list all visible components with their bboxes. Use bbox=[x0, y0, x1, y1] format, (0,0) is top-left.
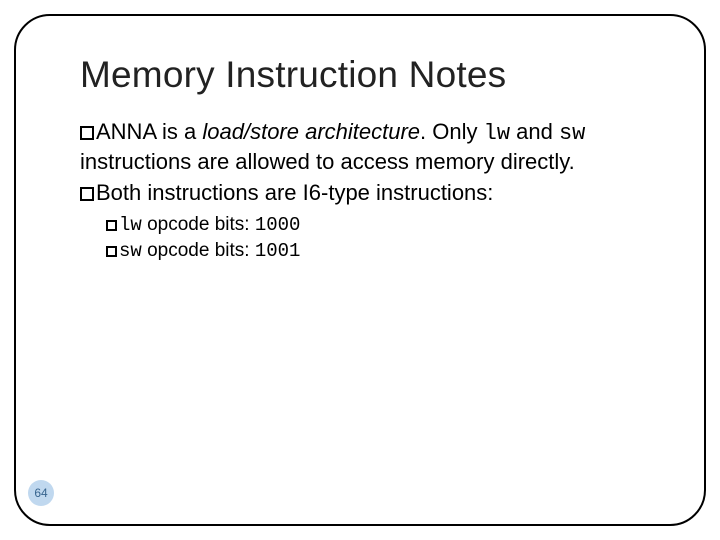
emphasis-text: load/store architecture bbox=[202, 119, 420, 144]
text: and bbox=[510, 119, 559, 144]
square-bullet-icon bbox=[80, 187, 94, 201]
page-number-badge: 64 bbox=[28, 480, 54, 506]
text: Both instructions are I6-type instructio… bbox=[96, 180, 493, 205]
code-text: lw bbox=[119, 214, 142, 236]
page-number: 64 bbox=[34, 486, 47, 500]
text: . Only bbox=[420, 119, 484, 144]
sub-bullet-2: sw opcode bits: 1001 bbox=[106, 239, 660, 264]
bullet-2: Both instructions are I6-type instructio… bbox=[80, 179, 660, 207]
slide-body: ANNA is a load/store architecture. Only … bbox=[80, 118, 660, 264]
code-text: lw bbox=[484, 121, 510, 146]
square-bullet-icon bbox=[106, 220, 117, 231]
text: ANNA is a bbox=[96, 119, 202, 144]
text: instructions are allowed to access memor… bbox=[80, 149, 575, 174]
code-text: 1000 bbox=[255, 214, 301, 236]
bullet-1: ANNA is a load/store architecture. Only … bbox=[80, 118, 660, 175]
text: opcode bits: bbox=[142, 214, 255, 235]
slide-title: Memory Instruction Notes bbox=[80, 54, 660, 96]
sub-bullet-1: lw opcode bits: 1000 bbox=[106, 213, 660, 238]
square-bullet-icon bbox=[106, 246, 117, 257]
slide-content: Memory Instruction Notes ANNA is a load/… bbox=[80, 54, 660, 266]
square-bullet-icon bbox=[80, 126, 94, 140]
slide: Memory Instruction Notes ANNA is a load/… bbox=[0, 0, 720, 540]
sub-bullets: lw opcode bits: 1000 sw opcode bits: 100… bbox=[106, 213, 660, 265]
code-text: 1001 bbox=[255, 240, 301, 262]
code-text: sw bbox=[559, 121, 585, 146]
text: opcode bits: bbox=[142, 240, 255, 261]
code-text: sw bbox=[119, 240, 142, 262]
